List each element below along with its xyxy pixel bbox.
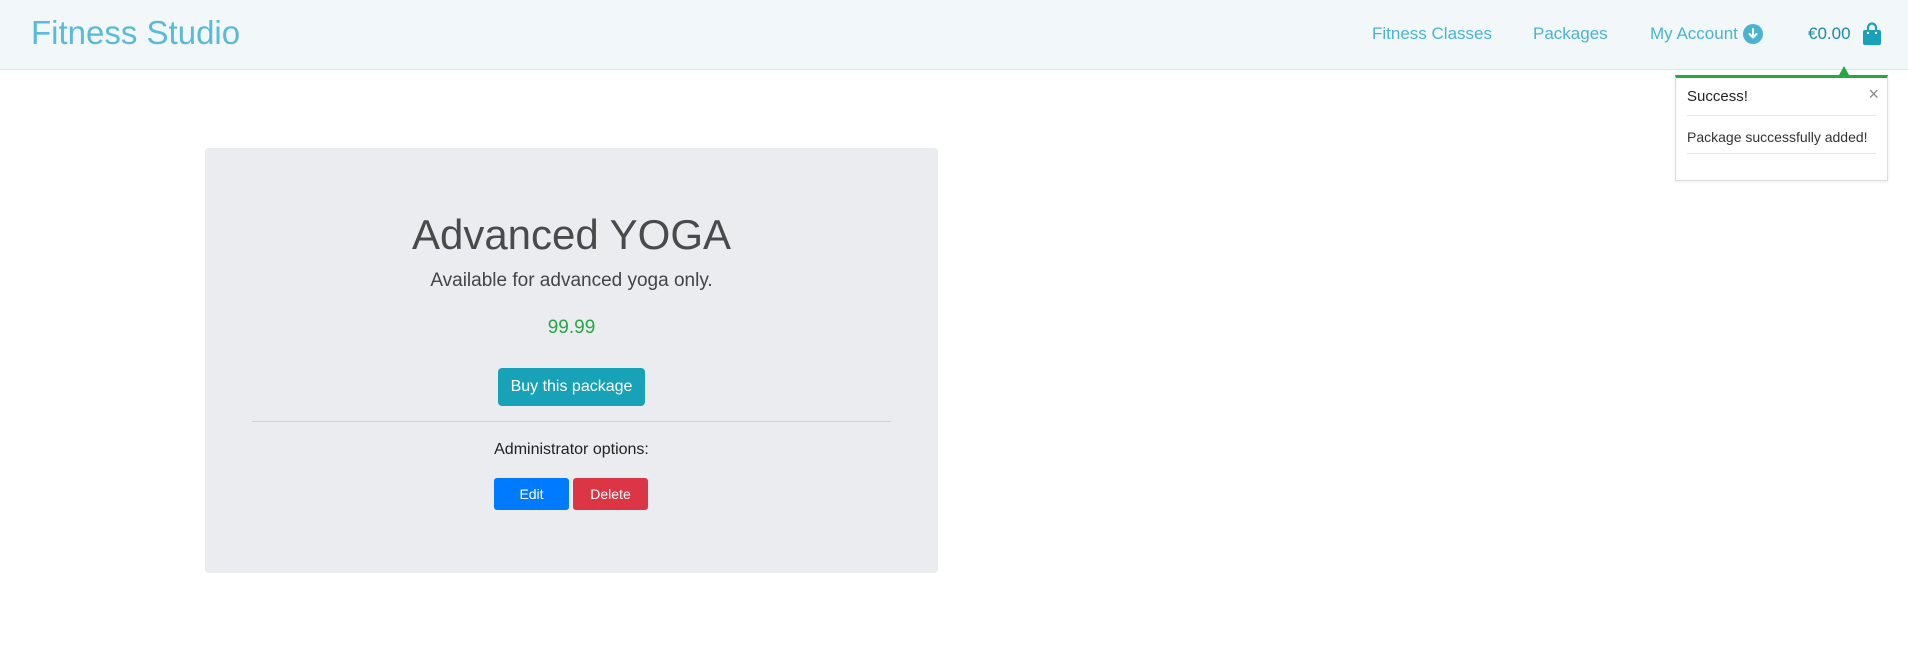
toast-arrow	[1839, 66, 1849, 75]
package-card: Advanced YOGA Available for advanced yog…	[205, 148, 938, 573]
edit-button[interactable]: Edit	[494, 478, 569, 510]
package-description: Available for advanced yoga only.	[430, 270, 713, 291]
card-divider	[252, 421, 891, 422]
my-account-label: My Account	[1650, 24, 1738, 43]
top-navbar: Fitness Studio Fitness Classes Packages …	[0, 0, 1908, 70]
nav-link-packages[interactable]: Packages	[1533, 22, 1608, 46]
buy-package-button[interactable]: Buy this package	[498, 368, 645, 406]
cart-link[interactable]: €0.00	[1808, 22, 1883, 46]
toast-divider	[1687, 153, 1876, 154]
close-icon[interactable]: ×	[1868, 84, 1879, 104]
brand-logo-link[interactable]: Fitness Studio	[31, 13, 240, 53]
nav-link-fitness-classes[interactable]: Fitness Classes	[1372, 22, 1492, 46]
delete-button[interactable]: Delete	[573, 478, 648, 510]
nav-link-my-account[interactable]: My Account	[1650, 22, 1763, 46]
admin-options-label: Administrator options:	[494, 441, 649, 458]
toast-divider	[1687, 115, 1876, 116]
shopping-bag-icon	[1861, 22, 1883, 46]
arrow-down-circle-icon	[1742, 24, 1763, 44]
cart-total: €0.00	[1808, 24, 1851, 43]
toast-message: Package successfully added!	[1687, 129, 1868, 145]
toast-title: Success!	[1687, 88, 1748, 105]
package-title: Advanced YOGA	[411, 211, 732, 258]
package-price: 99.99	[547, 317, 596, 338]
success-toast: Success! × Package successfully added!	[1675, 75, 1888, 181]
